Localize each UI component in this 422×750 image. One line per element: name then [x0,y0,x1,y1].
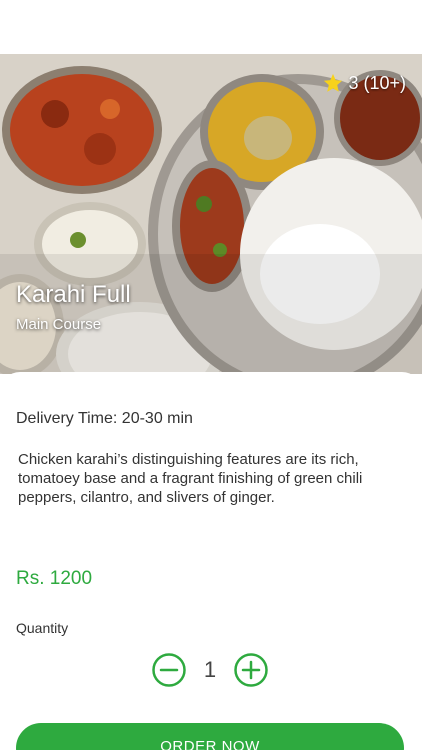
quantity-label: Quantity [16,620,69,636]
quantity-value: 1 [203,657,217,682]
details-sheet: Delivery Time: 20-30 min Chicken karahi’… [0,372,422,750]
dish-price: Rs. 1200 [16,568,93,589]
order-now-label: ORDER NOW [160,738,260,750]
quantity-stepper: 1 [152,653,268,687]
dish-detail-screen: 3 (10+) Karahi Full Main Course Delivery… [0,0,422,750]
dish-title-block: Karahi Full Main Course [16,280,131,333]
order-now-button[interactable]: ORDER NOW [16,723,404,750]
rating-badge: 3 (10+) [322,72,406,94]
delivery-time: Delivery Time: 20-30 min [16,410,193,427]
dish-category: Main Course [16,316,102,333]
rating-text: 3 (10+) [348,72,406,93]
dish-hero-image: 3 (10+) Karahi Full Main Course [0,54,422,374]
dish-name: Karahi Full [16,281,131,308]
plus-circle-icon[interactable] [234,653,268,687]
top-bar [0,0,422,54]
dish-description: Chicken karahi’s distinguishing features… [18,451,363,506]
star-icon [324,73,343,92]
minus-circle-icon[interactable] [152,653,186,687]
